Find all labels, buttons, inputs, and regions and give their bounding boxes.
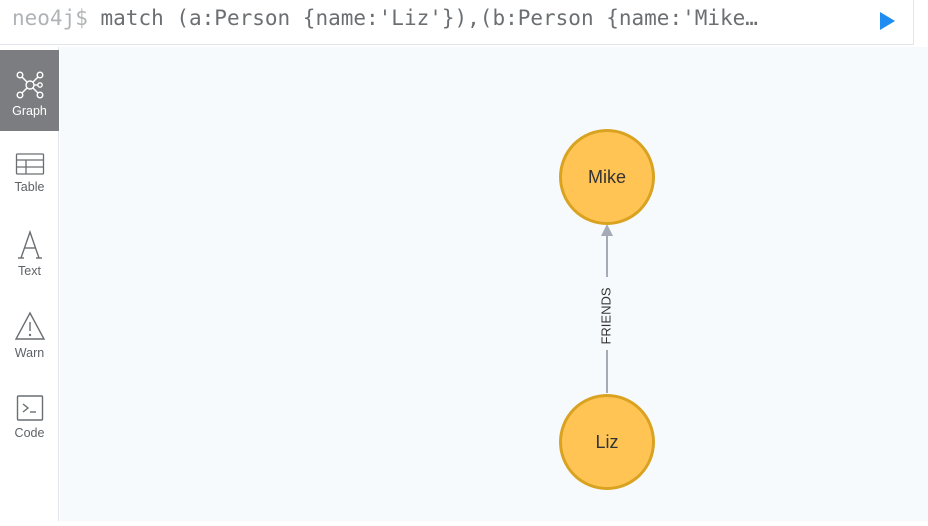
relationship-friends[interactable]: FRIENDS <box>598 224 613 393</box>
sidebar-item-graph[interactable]: Graph <box>0 50 59 131</box>
node-liz[interactable]: Liz <box>559 394 655 490</box>
query-prompt: neo4j$ <box>12 6 88 30</box>
code-icon <box>16 395 43 421</box>
sidebar-item-code[interactable]: Code <box>0 394 59 440</box>
query-text[interactable]: match (a:Person {name:'Liz'}),(b:Person … <box>101 6 758 30</box>
sidebar-item-label: Code <box>14 426 45 440</box>
sidebar-item-text[interactable]: Text <box>0 230 59 278</box>
sidebar-item-label: Table <box>14 180 45 194</box>
sidebar-item-label: Graph <box>12 104 47 118</box>
play-icon <box>880 12 895 30</box>
text-icon <box>17 230 42 259</box>
node-label: Mike <box>588 167 626 187</box>
table-icon <box>15 153 44 175</box>
graph-icon <box>16 71 44 99</box>
sidebar-item-table[interactable]: Table <box>0 152 59 194</box>
node-mike[interactable]: Mike <box>559 129 655 225</box>
sidebar-item-warn[interactable]: Warn <box>0 310 59 360</box>
graph-visualization: FRIENDS Mike Liz <box>559 129 655 490</box>
query-input[interactable]: neo4j$ match (a:Person {name:'Liz'}),(b:… <box>12 5 852 31</box>
run-query-button[interactable] <box>874 8 900 34</box>
result-view-sidebar: Graph Table Text Warn Code <box>0 47 59 521</box>
graph-canvas[interactable]: FRIENDS Mike Liz <box>60 47 928 521</box>
sidebar-item-label: Warn <box>14 346 45 360</box>
sidebar-item-label: Text <box>18 264 41 278</box>
node-label: Liz <box>595 432 618 452</box>
relationship-label: FRIENDS <box>598 287 613 344</box>
query-editor-bar: neo4j$ match (a:Person {name:'Liz'}),(b:… <box>0 0 914 45</box>
warning-icon <box>14 311 45 340</box>
